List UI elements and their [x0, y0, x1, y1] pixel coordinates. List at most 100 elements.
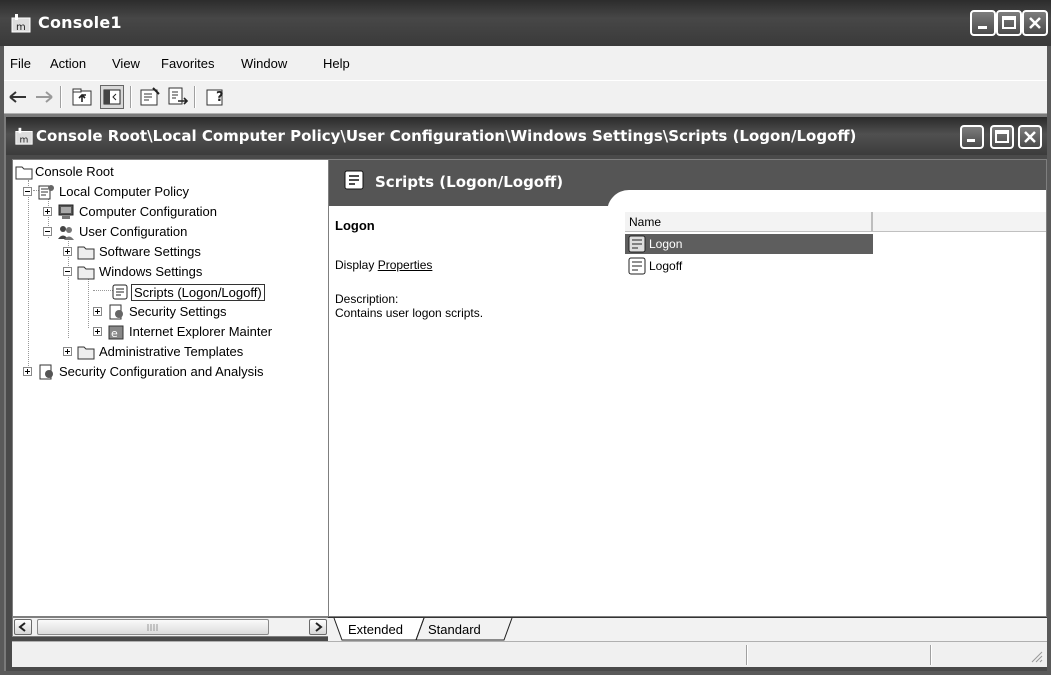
collapse-toggle[interactable]	[63, 267, 72, 276]
menu-file[interactable]: File	[10, 56, 31, 71]
menu-action[interactable]: Action	[50, 56, 86, 71]
child-minimize-button[interactable]	[960, 125, 984, 149]
close-button[interactable]	[1022, 10, 1048, 36]
up-one-level-icon[interactable]	[70, 85, 94, 109]
selected-item-title: Logon	[335, 218, 375, 233]
header-curve	[607, 190, 1046, 212]
display-prefix: Display	[335, 258, 378, 272]
scroll-right-button[interactable]	[309, 619, 327, 635]
security-icon	[109, 304, 123, 320]
status-pane	[930, 645, 932, 665]
properties-link[interactable]: Properties	[378, 258, 433, 272]
maximize-icon	[995, 130, 1009, 143]
expand-toggle[interactable]	[63, 247, 72, 256]
expand-toggle[interactable]	[93, 307, 102, 316]
tree-item-label: Local Computer Policy	[59, 184, 190, 199]
tree-item-label: Software Settings	[99, 244, 201, 259]
policy-icon	[38, 185, 54, 200]
title-bar[interactable]: m Console1	[0, 0, 1051, 46]
help-icon[interactable]: ?	[204, 85, 228, 109]
chevron-left-icon	[18, 622, 26, 632]
script-icon	[112, 284, 128, 300]
minimize-icon	[978, 26, 987, 29]
child-window-title: Console Root\Local Computer Policy\User …	[36, 127, 857, 145]
toolbar-separator	[194, 86, 196, 108]
tree-item-label: Console Root	[35, 164, 114, 179]
tree-item-label: Security Configuration and Analysis	[59, 364, 264, 379]
properties-icon[interactable]	[138, 85, 162, 109]
collapse-toggle[interactable]	[23, 187, 32, 196]
view-tabs: Extended Standard	[328, 617, 1047, 641]
tree-item-label: Security Settings	[129, 304, 227, 319]
folder-icon	[77, 266, 95, 280]
tree-item-label: Scripts (Logon/Logoff)	[131, 284, 265, 301]
column-header-label: Name	[629, 215, 662, 229]
child-close-button[interactable]	[1018, 125, 1042, 149]
show-hide-tree-button[interactable]	[100, 85, 124, 109]
folder-icon	[77, 246, 95, 260]
child-title-bar[interactable]: m Console Root\Local Computer Policy\Use…	[6, 117, 1047, 155]
security-analysis-icon	[39, 364, 53, 380]
maximize-icon	[1002, 16, 1016, 29]
console-child-window: m Console Root\Local Computer Policy\Use…	[6, 117, 1047, 671]
script-icon	[628, 257, 646, 275]
forward-icon[interactable]	[32, 85, 56, 109]
script-icon	[344, 170, 364, 190]
back-icon[interactable]	[6, 85, 30, 109]
ie-icon: e	[108, 325, 124, 340]
toolbar-separator	[130, 86, 132, 108]
users-icon	[58, 226, 74, 240]
menu-view[interactable]: View	[112, 56, 140, 71]
maximize-button[interactable]	[996, 10, 1022, 36]
folder-icon	[77, 346, 95, 360]
menu-window[interactable]: Window	[241, 56, 287, 71]
display-properties: Display Properties	[335, 258, 432, 272]
show-hide-tree-icon	[103, 89, 121, 105]
expand-toggle[interactable]	[93, 327, 102, 336]
expand-toggle[interactable]	[23, 367, 32, 376]
list-item-logon[interactable]: Logon	[625, 234, 873, 254]
collapse-toggle[interactable]	[43, 227, 52, 236]
tree-item-label: Internet Explorer Mainter	[129, 324, 273, 339]
tree-item-label: Computer Configuration	[79, 204, 218, 219]
menu-favorites[interactable]: Favorites	[161, 56, 214, 71]
tree-item-label: User Configuration	[79, 224, 188, 239]
list-item-logoff[interactable]: Logoff	[625, 256, 873, 276]
tab-standard[interactable]: Standard	[428, 622, 481, 637]
svg-text:?: ?	[216, 90, 224, 105]
close-icon	[1024, 131, 1036, 143]
scroll-left-button[interactable]	[14, 619, 32, 635]
computer-icon	[58, 204, 74, 219]
export-list-icon[interactable]	[166, 85, 190, 109]
script-icon	[628, 235, 646, 253]
details-header-title: Scripts (Logon/Logoff)	[375, 173, 564, 191]
scrollbar-thumb[interactable]	[37, 619, 269, 635]
toolbar: ?	[4, 80, 1047, 114]
column-header-name[interactable]: Name	[625, 212, 873, 232]
tab-extended[interactable]: Extended	[348, 622, 403, 637]
menu-bar: File Action View Favorites Window Help	[4, 46, 1047, 80]
svg-text:m: m	[16, 22, 26, 33]
tree-item-label: Windows Settings	[99, 264, 203, 279]
console-tree: Console Root Local Computer Policy Compu…	[12, 159, 330, 617]
minimize-button[interactable]	[970, 10, 996, 36]
tree-item-label: Administrative Templates	[99, 344, 244, 359]
resize-grip-icon[interactable]	[1030, 650, 1044, 664]
close-icon	[1029, 17, 1041, 29]
minimize-icon	[967, 139, 975, 142]
expand-toggle[interactable]	[63, 347, 72, 356]
svg-text:m: m	[19, 135, 28, 145]
tree-line	[28, 180, 29, 370]
window-title: Console1	[38, 13, 122, 32]
chevron-right-icon	[315, 622, 323, 632]
child-maximize-button[interactable]	[990, 125, 1014, 149]
list-header: Name	[625, 212, 1046, 232]
tree-horizontal-scrollbar[interactable]	[12, 617, 330, 637]
description-label: Description:	[335, 292, 399, 306]
toolbar-separator	[60, 86, 62, 108]
details-pane: Scripts (Logon/Logoff) Logon Display Pro…	[328, 159, 1047, 617]
menu-help[interactable]: Help	[323, 56, 350, 71]
grip-icon	[147, 624, 158, 631]
svg-text:e: e	[111, 327, 118, 340]
expand-toggle[interactable]	[43, 207, 52, 216]
